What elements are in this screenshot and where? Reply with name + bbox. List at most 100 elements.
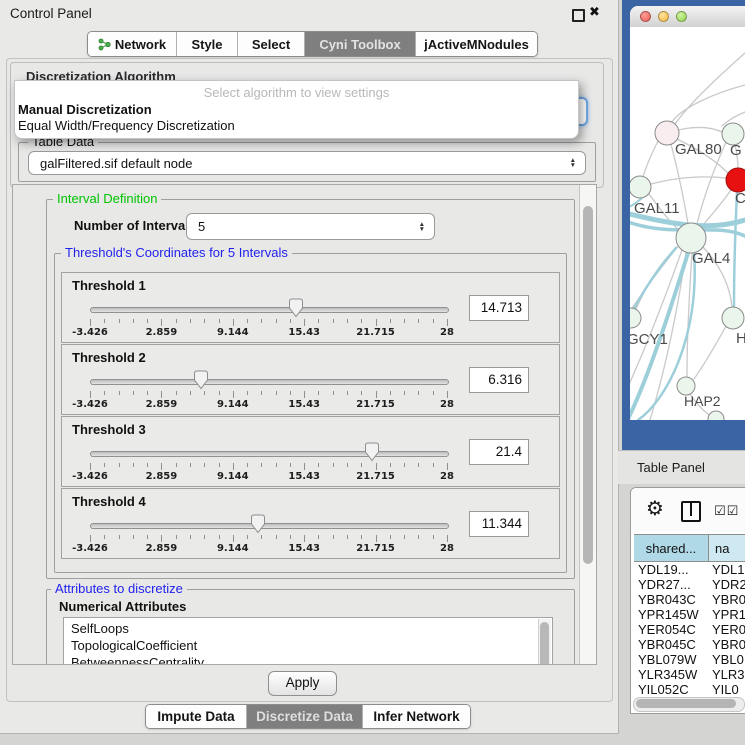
table-row[interactable]: YPR145WYPR1 xyxy=(634,607,745,622)
cell-name[interactable]: YPR1 xyxy=(708,607,745,622)
network-node[interactable] xyxy=(630,176,651,198)
table-row[interactable]: YDL19...YDL1 xyxy=(634,562,745,577)
algorithm-dropdown-popup: Select algorithm to view settings Manual… xyxy=(14,80,579,139)
tick xyxy=(219,463,220,467)
split-columns-icon[interactable] xyxy=(681,501,701,522)
dropdown-item-equal-width-frequency[interactable]: Equal Width/Frequency Discretization xyxy=(18,118,235,133)
numerical-attributes-list[interactable]: SelfLoopsTopologicalCoefficientBetweenne… xyxy=(63,617,553,665)
table-row[interactable]: YBL079WYBL0 xyxy=(634,652,745,667)
network-edge[interactable] xyxy=(643,141,658,177)
tick xyxy=(233,463,234,470)
tick-label: -3.426 xyxy=(65,471,115,482)
tick xyxy=(290,391,291,395)
cell-shared-name[interactable]: YPR145W xyxy=(634,607,708,622)
tick xyxy=(119,319,120,323)
threshold-slider-thumb[interactable] xyxy=(364,442,380,462)
network-node[interactable] xyxy=(708,411,724,420)
table-row[interactable]: YLR345WYLR3 xyxy=(634,667,745,682)
network-edge[interactable] xyxy=(651,177,726,184)
table-row[interactable]: YIL052CYIL0 xyxy=(634,682,745,697)
threshold-value-field[interactable]: 11.344 xyxy=(469,511,529,537)
threshold-value-field[interactable]: 14.713 xyxy=(469,295,529,321)
cell-name[interactable]: YBL0 xyxy=(708,652,745,667)
tab-select[interactable]: Select xyxy=(237,32,304,56)
column-header-shared-name[interactable]: shared... xyxy=(634,535,709,561)
gear-icon[interactable]: ⚙ xyxy=(646,496,664,521)
tab-label: Style xyxy=(191,37,222,52)
number-of-intervals-select[interactable]: 5 ▲▼ xyxy=(186,213,435,240)
cell-shared-name[interactable]: YER054C xyxy=(634,622,708,637)
cell-name[interactable]: YIL0 xyxy=(708,682,745,697)
close-traffic-button[interactable] xyxy=(640,11,651,22)
zoom-traffic-button[interactable] xyxy=(676,11,687,22)
tab-impute-data[interactable]: Impute Data xyxy=(146,705,246,728)
list-item[interactable]: BetweennessCentrality xyxy=(64,654,552,665)
cell-shared-name[interactable]: YBR045C xyxy=(634,637,708,652)
minimize-traffic-button[interactable] xyxy=(658,11,669,22)
column-header-name[interactable]: na xyxy=(709,535,745,561)
apply-button[interactable]: Apply xyxy=(268,671,337,696)
cell-name[interactable]: YER0 xyxy=(708,622,745,637)
checkbox-icons[interactable]: ☑☑ xyxy=(714,503,739,519)
network-edge[interactable] xyxy=(678,127,722,132)
cell-shared-name[interactable]: YIL052C xyxy=(634,682,708,697)
tab-cyni-toolbox[interactable]: Cyni Toolbox xyxy=(304,32,415,56)
threshold-value-field[interactable]: 21.4 xyxy=(469,439,529,465)
threshold-slider-thumb[interactable] xyxy=(250,514,266,534)
table-horizontal-scrollbar[interactable] xyxy=(633,697,745,712)
network-window-titlebar[interactable] xyxy=(630,6,745,28)
table-row[interactable]: YDR27...YDR2 xyxy=(634,577,745,592)
network-edge-highlighted[interactable] xyxy=(734,192,737,306)
tab-label: Select xyxy=(252,37,290,52)
cell-name[interactable]: YLR3 xyxy=(708,667,745,682)
network-node[interactable] xyxy=(726,168,745,192)
network-edge[interactable] xyxy=(702,190,731,226)
cell-shared-name[interactable]: YDR27... xyxy=(634,577,708,592)
threshold-label: Threshold 1 xyxy=(72,278,146,293)
network-canvas[interactable]: GAL80GCGAL11GAL4GCY1HHAP2 xyxy=(630,27,745,420)
list-item[interactable]: TopologicalCoefficient xyxy=(64,637,552,654)
network-edge[interactable] xyxy=(694,326,726,379)
tab-network[interactable]: Network xyxy=(88,32,176,56)
cell-name[interactable]: YBR0 xyxy=(708,592,745,607)
table-panel-title: Table Panel xyxy=(637,460,705,475)
tick xyxy=(418,391,419,395)
cell-name[interactable]: YDR2 xyxy=(708,577,745,592)
network-node[interactable] xyxy=(722,307,744,329)
network-node[interactable] xyxy=(630,308,641,328)
table-window: ⚙ ☑☑ shared... na YDL19...YDL1YDR27...YD… xyxy=(630,487,745,714)
threshold-slider-track[interactable] xyxy=(90,523,449,529)
table-row[interactable]: YBR045CYBR0 xyxy=(634,637,745,652)
threshold-value-field[interactable]: 6.316 xyxy=(469,367,529,393)
tick xyxy=(147,535,148,539)
tab-infer-network[interactable]: Infer Network xyxy=(362,705,470,728)
table-row[interactable]: YBR043CYBR0 xyxy=(634,592,745,607)
cell-shared-name[interactable]: YBR043C xyxy=(634,592,708,607)
tick-label: 15.43 xyxy=(279,399,329,410)
float-window-icon[interactable] xyxy=(572,9,585,22)
cell-shared-name[interactable]: YBL079W xyxy=(634,652,708,667)
dropdown-item-manual-discretization[interactable]: Manual Discretization xyxy=(18,102,152,117)
threshold-slider-track[interactable] xyxy=(90,379,449,385)
tab-style[interactable]: Style xyxy=(176,32,237,56)
threshold-slider-thumb[interactable] xyxy=(288,298,304,318)
list-scrollbar[interactable] xyxy=(538,619,551,665)
cell-name[interactable]: YDL1 xyxy=(708,562,745,577)
cell-name[interactable]: YBR0 xyxy=(708,637,745,652)
tab-jactivemnodules[interactable]: jActiveMNodules xyxy=(415,32,537,56)
number-of-intervals-value: 5 xyxy=(187,219,205,234)
cell-shared-name[interactable]: YDL19... xyxy=(634,562,708,577)
list-item[interactable]: SelfLoops xyxy=(64,620,552,637)
settings-scrollbar[interactable] xyxy=(579,185,597,664)
threshold-slider-track[interactable] xyxy=(90,307,449,313)
top-tab-bar: Network Style Select Cyni Toolbox jActiv… xyxy=(87,31,538,57)
threshold-slider-track[interactable] xyxy=(90,451,449,457)
table-data-select[interactable]: galFiltered.sif default node ▲▼ xyxy=(28,151,586,175)
threshold-slider-thumb[interactable] xyxy=(193,370,209,390)
node-label: C xyxy=(735,190,745,207)
cell-shared-name[interactable]: YLR345W xyxy=(634,667,708,682)
table-row[interactable]: YER054CYER0 xyxy=(634,622,745,637)
tab-discretize-data[interactable]: Discretize Data xyxy=(246,705,362,728)
close-icon[interactable]: ✖ xyxy=(589,4,600,20)
network-node[interactable] xyxy=(676,223,706,253)
